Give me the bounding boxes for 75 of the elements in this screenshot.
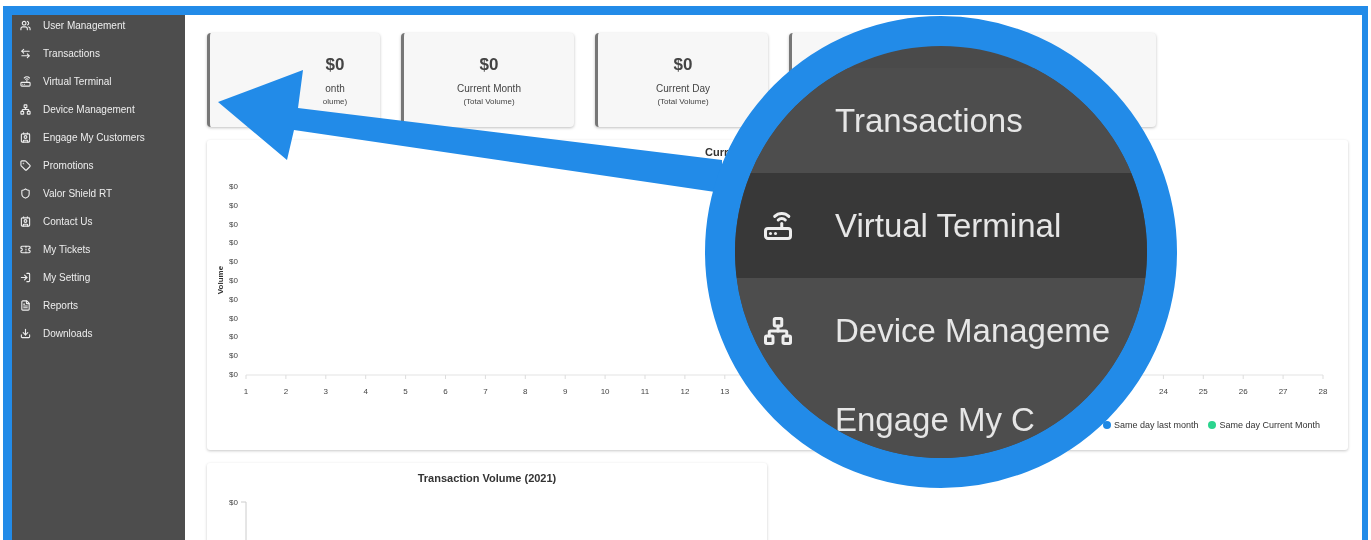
sidebar-item[interactable]: Promotions: [43, 159, 94, 171]
axis-tick-label: 28: [1318, 387, 1328, 396]
axis-tick-label: 25: [1198, 387, 1208, 396]
sidebar-item[interactable]: Virtual Terminal: [43, 75, 112, 87]
sidebar-item[interactable]: Transactions: [43, 47, 100, 59]
shield-icon: [20, 187, 31, 199]
stat-value: $0: [479, 54, 499, 75]
axis-tick-label: $0: [229, 219, 238, 229]
axis-tick-label: 3: [323, 387, 329, 396]
y-axis: [240, 501, 247, 540]
axis-tick-label: 5: [403, 387, 408, 396]
axis-tick-label: 9: [562, 387, 568, 396]
axis-tick-label: $0: [229, 257, 238, 267]
users-icon: [20, 19, 31, 31]
stat-sublabel: (Total Volume): [463, 96, 515, 106]
legend-label: Same day last month: [1113, 420, 1199, 430]
sidebar-item[interactable]: My Tickets: [43, 243, 91, 255]
axis-tick-label: $0: [229, 332, 238, 342]
axis-tick-label: $0: [229, 351, 238, 361]
login-icon: [20, 271, 31, 283]
magnified-label: Transactions: [835, 104, 1023, 137]
axis-tick-label: 8: [523, 387, 528, 396]
sidebar-item[interactable]: User Management: [43, 19, 126, 31]
sidebar-item[interactable]: Device Management: [43, 103, 135, 115]
axis-tick-label: $0: [229, 313, 238, 323]
axis-tick-label: $0: [229, 238, 238, 248]
contact-card-icon: [20, 131, 31, 143]
sidebar-item[interactable]: My Setting: [43, 271, 91, 283]
axis-tick-label: 1: [243, 387, 249, 396]
contact-card-icon: [20, 215, 31, 227]
stat-label: onth: [325, 82, 345, 94]
axis-tick-label: 26: [1238, 387, 1248, 396]
axis-tick-label: $0: [229, 498, 238, 507]
router-icon: [763, 210, 793, 241]
stat-label: Current Month: [457, 82, 521, 94]
arrows-icon: [20, 47, 31, 59]
axis-tick-label: 7: [483, 387, 488, 396]
chart-title: Curr: [704, 145, 729, 158]
axis-tick-label: 11: [640, 387, 650, 396]
download-icon: [20, 327, 31, 339]
axis-tick-label: $0: [229, 182, 238, 191]
legend-label: Same day Current Month: [1219, 420, 1320, 430]
network-icon: [20, 103, 31, 115]
sidebar-item[interactable]: Reports: [43, 299, 78, 311]
axis-tick-label: 24: [1158, 387, 1168, 396]
axis-tick-label: 6: [443, 387, 448, 396]
sidebar-item[interactable]: Contact Us: [43, 215, 93, 227]
axis-tick-label: $0: [229, 200, 238, 210]
stat-sublabel: olume): [322, 96, 348, 106]
chart-title: Transaction Volume (2021): [417, 471, 557, 484]
magnified-label: Virtual Terminal: [835, 209, 1062, 242]
axis-tick-label: $0: [229, 294, 238, 304]
sidebar-item[interactable]: Engage My Customers: [43, 131, 145, 143]
stat-value: $0: [325, 54, 345, 75]
document-icon: [20, 299, 31, 311]
axis-tick-label: $0: [229, 276, 238, 285]
ticket-icon: [20, 243, 31, 255]
sidebar-item[interactable]: Valor Shield RT: [43, 187, 113, 199]
tag-icon: [20, 159, 31, 171]
axis-tick-label: 27: [1278, 387, 1288, 396]
magnified-label: Device Manageme: [835, 314, 1111, 347]
axis-tick-label: 12: [680, 387, 690, 396]
magnified-label: Engage My C: [835, 403, 1035, 436]
axis-tick-label: 2: [283, 387, 289, 396]
axis-tick-label: $0: [229, 370, 238, 379]
stat-label: Current Day: [656, 82, 710, 94]
axis-tick-label: 10: [600, 387, 610, 396]
axis-title: Volume: [216, 265, 225, 295]
router-icon: [20, 75, 31, 87]
network-icon: [763, 315, 793, 346]
sidebar-item[interactable]: Downloads: [43, 327, 93, 339]
stat-sublabel: (Total Volume): [657, 96, 709, 106]
stat-value: $0: [673, 54, 693, 75]
axis-tick-label: 13: [720, 387, 730, 396]
axis-tick-label: 4: [363, 387, 368, 396]
